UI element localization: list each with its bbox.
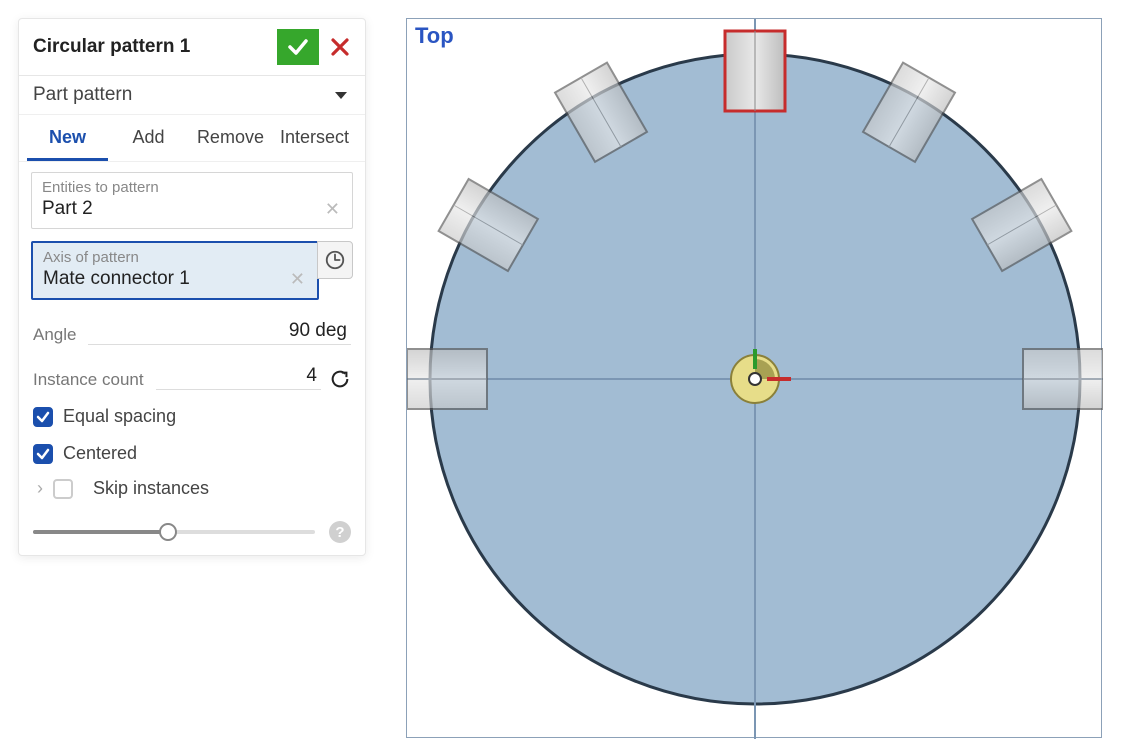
flip-direction-button[interactable] (329, 368, 351, 390)
centered-label: Centered (63, 443, 137, 464)
viewport-canvas (407, 19, 1103, 739)
tab-add[interactable]: Add (108, 115, 189, 161)
tab-new[interactable]: New (27, 115, 108, 161)
tab-remove[interactable]: Remove (189, 115, 272, 161)
mate-connector-button[interactable] (317, 241, 353, 279)
equal-spacing-label: Equal spacing (63, 406, 176, 427)
check-icon (286, 35, 310, 59)
clock-icon (324, 249, 346, 271)
angle-row: Angle 90 deg (19, 312, 365, 345)
opacity-slider[interactable] (33, 530, 315, 534)
entities-field[interactable]: Entities to pattern Part 2 ✕ (31, 172, 353, 229)
skip-instances-checkbox[interactable] (53, 479, 73, 499)
slider-fill (33, 530, 168, 534)
clear-axis-button[interactable]: ✕ (288, 269, 307, 290)
skip-instances-row: › Skip instances (19, 464, 365, 503)
pattern-instance (407, 349, 487, 409)
instance-count-label: Instance count (33, 370, 144, 390)
axis-field[interactable]: Axis of pattern Mate connector 1 ✕ (31, 241, 353, 300)
pattern-seed (725, 31, 785, 111)
help-button[interactable]: ? (329, 521, 351, 543)
instance-count-input[interactable]: 4 (156, 363, 321, 390)
equal-spacing-checkbox[interactable] (33, 407, 53, 427)
check-icon (36, 410, 50, 424)
check-icon (36, 447, 50, 461)
viewport[interactable]: Top (406, 18, 1102, 738)
slider-thumb[interactable] (159, 523, 177, 541)
chevron-down-icon (335, 92, 347, 99)
clear-entities-button[interactable]: ✕ (323, 199, 342, 220)
refresh-icon (329, 368, 351, 390)
angle-input[interactable]: 90 deg (88, 318, 351, 345)
centered-row: Centered (19, 433, 365, 464)
feature-dialog: Circular pattern 1 Part pattern New Add … (18, 18, 366, 556)
close-icon (330, 37, 350, 57)
origin-dot (749, 373, 761, 385)
cancel-button[interactable] (325, 29, 355, 65)
axis-field-value: Mate connector 1 (43, 268, 288, 290)
tab-intersect[interactable]: Intersect (272, 115, 357, 161)
pattern-type-label: Part pattern (33, 84, 335, 106)
instance-count-row: Instance count 4 (19, 357, 365, 390)
slider-row: ? (19, 503, 365, 555)
entities-field-label: Entities to pattern (32, 173, 352, 196)
dialog-header: Circular pattern 1 (19, 19, 365, 76)
entities-field-value: Part 2 (42, 198, 323, 220)
accept-button[interactable] (277, 29, 319, 65)
axis-field-label: Axis of pattern (33, 243, 317, 266)
viewport-label: Top (415, 23, 454, 49)
pattern-type-dropdown[interactable]: Part pattern (19, 76, 365, 115)
equal-spacing-row: Equal spacing (19, 396, 365, 427)
centered-checkbox[interactable] (33, 444, 53, 464)
angle-label: Angle (33, 325, 76, 345)
chevron-right-icon[interactable]: › (37, 478, 43, 499)
pattern-instance (1023, 349, 1103, 409)
dialog-title: Circular pattern 1 (33, 36, 277, 58)
skip-instances-label: Skip instances (93, 478, 209, 499)
tab-bar: New Add Remove Intersect (19, 115, 365, 162)
